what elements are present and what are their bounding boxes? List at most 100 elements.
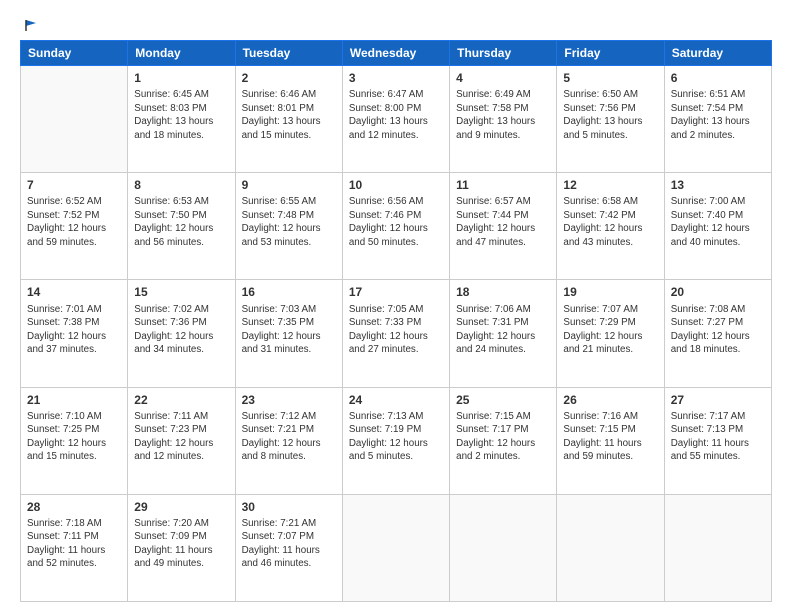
day-info: Sunrise: 7:17 AM Sunset: 7:13 PM Dayligh…: [671, 410, 765, 464]
calendar-cell: 18Sunrise: 7:06 AM Sunset: 7:31 PM Dayli…: [450, 280, 557, 387]
day-info: Sunrise: 6:52 AM Sunset: 7:52 PM Dayligh…: [27, 195, 121, 249]
logo-flag-icon: [24, 18, 38, 32]
header-day-wednesday: Wednesday: [342, 41, 449, 66]
day-info: Sunrise: 7:03 AM Sunset: 7:35 PM Dayligh…: [242, 303, 336, 357]
day-number: 3: [349, 70, 443, 86]
day-number: 15: [134, 284, 228, 300]
header-day-tuesday: Tuesday: [235, 41, 342, 66]
calendar-cell: [450, 494, 557, 601]
day-number: 24: [349, 392, 443, 408]
calendar-cell: [664, 494, 771, 601]
day-info: Sunrise: 6:55 AM Sunset: 7:48 PM Dayligh…: [242, 195, 336, 249]
day-number: 14: [27, 284, 121, 300]
calendar-cell: [21, 66, 128, 173]
calendar-cell: 17Sunrise: 7:05 AM Sunset: 7:33 PM Dayli…: [342, 280, 449, 387]
day-info: Sunrise: 7:15 AM Sunset: 7:17 PM Dayligh…: [456, 410, 550, 464]
calendar-body: 1 Sunrise: 6:45 AM Sunset: 8:03 PM Daylig…: [21, 66, 772, 602]
logo: [20, 18, 38, 32]
day-info: Sunrise: 7:06 AM Sunset: 7:31 PM Dayligh…: [456, 303, 550, 357]
day-number: 2: [242, 70, 336, 86]
calendar-cell: 9 Sunrise: 6:55 AM Sunset: 7:48 PM Daylig…: [235, 173, 342, 280]
day-info: Sunrise: 7:21 AM Sunset: 7:07 PM Dayligh…: [242, 517, 336, 571]
calendar-cell: 25 Sunrise: 7:15 AM Sunset: 7:17 PM Dayli…: [450, 387, 557, 494]
calendar-cell: 29 Sunrise: 7:20 AM Sunset: 7:09 PM Dayli…: [128, 494, 235, 601]
calendar-cell: 11Sunrise: 6:57 AM Sunset: 7:44 PM Dayli…: [450, 173, 557, 280]
calendar-week-4: 21Sunrise: 7:10 AM Sunset: 7:25 PM Dayli…: [21, 387, 772, 494]
header-row: SundayMondayTuesdayWednesdayThursdayFrid…: [21, 41, 772, 66]
day-info: Sunrise: 6:57 AM Sunset: 7:44 PM Dayligh…: [456, 195, 550, 249]
calendar-cell: 15 Sunrise: 7:02 AM Sunset: 7:36 PM Dayli…: [128, 280, 235, 387]
day-number: 1: [134, 70, 228, 86]
day-info: Sunrise: 6:49 AM Sunset: 7:58 PM Dayligh…: [456, 88, 550, 142]
calendar-cell: 8 Sunrise: 6:53 AM Sunset: 7:50 PM Daylig…: [128, 173, 235, 280]
calendar-week-2: 7 Sunrise: 6:52 AM Sunset: 7:52 PM Daylig…: [21, 173, 772, 280]
day-info: Sunrise: 7:12 AM Sunset: 7:21 PM Dayligh…: [242, 410, 336, 464]
calendar-cell: 19Sunrise: 7:07 AM Sunset: 7:29 PM Dayli…: [557, 280, 664, 387]
calendar-cell: 5 Sunrise: 6:50 AM Sunset: 7:56 PM Daylig…: [557, 66, 664, 173]
header-day-friday: Friday: [557, 41, 664, 66]
calendar-cell: 28 Sunrise: 7:18 AM Sunset: 7:11 PM Dayli…: [21, 494, 128, 601]
day-number: 29: [134, 499, 228, 515]
header: [20, 18, 772, 32]
header-day-saturday: Saturday: [664, 41, 771, 66]
day-number: 13: [671, 177, 765, 193]
calendar-cell: 7 Sunrise: 6:52 AM Sunset: 7:52 PM Daylig…: [21, 173, 128, 280]
calendar-cell: 10 Sunrise: 6:56 AM Sunset: 7:46 PM Dayli…: [342, 173, 449, 280]
calendar-table: SundayMondayTuesdayWednesdayThursdayFrid…: [20, 40, 772, 602]
calendar-header: SundayMondayTuesdayWednesdayThursdayFrid…: [21, 41, 772, 66]
day-number: 28: [27, 499, 121, 515]
calendar-cell: [557, 494, 664, 601]
day-info: Sunrise: 6:53 AM Sunset: 7:50 PM Dayligh…: [134, 195, 228, 249]
day-number: 7: [27, 177, 121, 193]
calendar-cell: 30 Sunrise: 7:21 AM Sunset: 7:07 PM Dayli…: [235, 494, 342, 601]
day-info: Sunrise: 6:46 AM Sunset: 8:01 PM Dayligh…: [242, 88, 336, 142]
day-info: Sunrise: 7:07 AM Sunset: 7:29 PM Dayligh…: [563, 303, 657, 357]
page: SundayMondayTuesdayWednesdayThursdayFrid…: [0, 0, 792, 612]
day-number: 17: [349, 284, 443, 300]
calendar-week-5: 28 Sunrise: 7:18 AM Sunset: 7:11 PM Dayli…: [21, 494, 772, 601]
day-info: Sunrise: 6:50 AM Sunset: 7:56 PM Dayligh…: [563, 88, 657, 142]
calendar-cell: 4 Sunrise: 6:49 AM Sunset: 7:58 PM Daylig…: [450, 66, 557, 173]
day-number: 23: [242, 392, 336, 408]
day-number: 4: [456, 70, 550, 86]
header-day-monday: Monday: [128, 41, 235, 66]
day-number: 6: [671, 70, 765, 86]
calendar-week-3: 14 Sunrise: 7:01 AM Sunset: 7:38 PM Dayli…: [21, 280, 772, 387]
day-info: Sunrise: 7:20 AM Sunset: 7:09 PM Dayligh…: [134, 517, 228, 571]
day-info: Sunrise: 6:56 AM Sunset: 7:46 PM Dayligh…: [349, 195, 443, 249]
day-number: 25: [456, 392, 550, 408]
calendar-week-1: 1 Sunrise: 6:45 AM Sunset: 8:03 PM Daylig…: [21, 66, 772, 173]
calendar-cell: 13 Sunrise: 7:00 AM Sunset: 7:40 PM Dayli…: [664, 173, 771, 280]
day-info: Sunrise: 6:51 AM Sunset: 7:54 PM Dayligh…: [671, 88, 765, 142]
calendar-cell: 20Sunrise: 7:08 AM Sunset: 7:27 PM Dayli…: [664, 280, 771, 387]
calendar-cell: 16Sunrise: 7:03 AM Sunset: 7:35 PM Dayli…: [235, 280, 342, 387]
day-number: 26: [563, 392, 657, 408]
day-info: Sunrise: 6:47 AM Sunset: 8:00 PM Dayligh…: [349, 88, 443, 142]
calendar-cell: 2 Sunrise: 6:46 AM Sunset: 8:01 PM Daylig…: [235, 66, 342, 173]
day-number: 12: [563, 177, 657, 193]
calendar-cell: 27 Sunrise: 7:17 AM Sunset: 7:13 PM Dayli…: [664, 387, 771, 494]
day-number: 5: [563, 70, 657, 86]
day-info: Sunrise: 6:58 AM Sunset: 7:42 PM Dayligh…: [563, 195, 657, 249]
day-number: 20: [671, 284, 765, 300]
day-number: 22: [134, 392, 228, 408]
day-number: 8: [134, 177, 228, 193]
header-day-thursday: Thursday: [450, 41, 557, 66]
day-number: 30: [242, 499, 336, 515]
calendar-cell: 1 Sunrise: 6:45 AM Sunset: 8:03 PM Daylig…: [128, 66, 235, 173]
header-day-sunday: Sunday: [21, 41, 128, 66]
day-info: Sunrise: 7:00 AM Sunset: 7:40 PM Dayligh…: [671, 195, 765, 249]
day-number: 10: [349, 177, 443, 193]
day-number: 27: [671, 392, 765, 408]
calendar-cell: 22 Sunrise: 7:11 AM Sunset: 7:23 PM Dayli…: [128, 387, 235, 494]
calendar-cell: 12 Sunrise: 6:58 AM Sunset: 7:42 PM Dayli…: [557, 173, 664, 280]
day-info: Sunrise: 7:10 AM Sunset: 7:25 PM Dayligh…: [27, 410, 121, 464]
day-info: Sunrise: 7:18 AM Sunset: 7:11 PM Dayligh…: [27, 517, 121, 571]
day-info: Sunrise: 7:02 AM Sunset: 7:36 PM Dayligh…: [134, 303, 228, 357]
day-info: Sunrise: 6:45 AM Sunset: 8:03 PM Dayligh…: [134, 88, 228, 142]
day-info: Sunrise: 7:01 AM Sunset: 7:38 PM Dayligh…: [27, 303, 121, 357]
day-info: Sunrise: 7:11 AM Sunset: 7:23 PM Dayligh…: [134, 410, 228, 464]
day-number: 9: [242, 177, 336, 193]
day-info: Sunrise: 7:13 AM Sunset: 7:19 PM Dayligh…: [349, 410, 443, 464]
calendar-cell: 24 Sunrise: 7:13 AM Sunset: 7:19 PM Dayli…: [342, 387, 449, 494]
